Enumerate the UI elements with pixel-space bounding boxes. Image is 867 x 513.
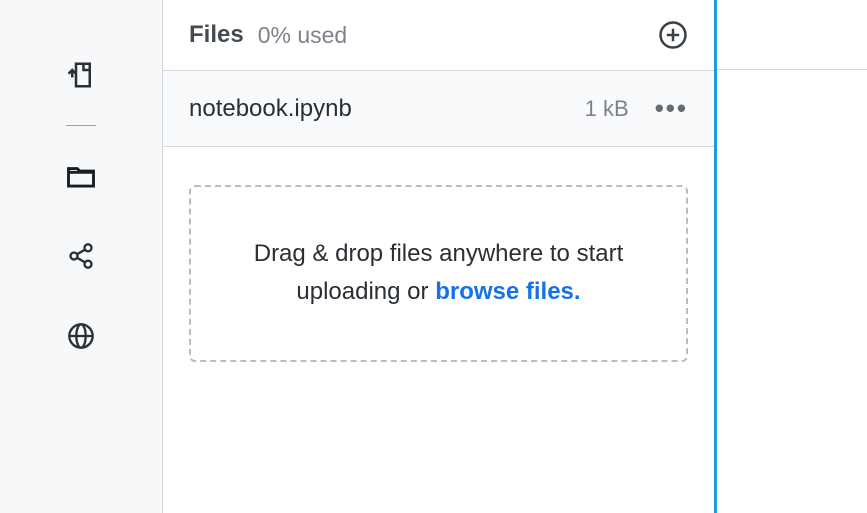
file-size: 1 kB xyxy=(585,96,629,122)
file-more-button[interactable]: ••• xyxy=(655,93,688,124)
nav-files[interactable] xyxy=(61,156,101,196)
nav-share[interactable] xyxy=(61,236,101,276)
file-row[interactable]: notebook.ipynb 1 kB ••• xyxy=(163,71,714,147)
plus-circle-icon xyxy=(658,20,688,50)
globe-icon xyxy=(67,322,95,350)
nav-web[interactable] xyxy=(61,316,101,356)
panel-usage: 0% used xyxy=(258,22,348,49)
add-file-button[interactable] xyxy=(658,20,688,50)
browse-files-link[interactable]: browse files. xyxy=(435,278,580,305)
share-icon xyxy=(67,242,95,270)
nav-upload[interactable] xyxy=(61,55,101,95)
panel-title: Files xyxy=(189,21,244,49)
upload-file-icon xyxy=(66,60,96,90)
more-icon: ••• xyxy=(655,93,688,123)
sidebar-divider xyxy=(66,125,96,126)
content-area xyxy=(717,69,867,513)
files-panel: Files 0% used notebook.ipynb 1 kB ••• Dr… xyxy=(162,0,717,513)
drop-zone[interactable]: Drag & drop files anywhere to start uplo… xyxy=(189,185,688,362)
nav-sidebar xyxy=(0,0,162,513)
folder-icon xyxy=(66,162,96,190)
file-name: notebook.ipynb xyxy=(189,95,585,123)
panel-header: Files 0% used xyxy=(163,0,714,71)
